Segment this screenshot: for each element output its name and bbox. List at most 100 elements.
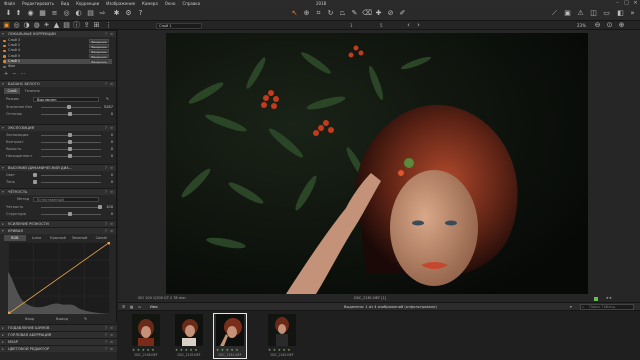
thumbnail-selected[interactable]: ★ ★ ★ ★ ★ DSC_2181.NEF (213, 313, 247, 359)
color-tab-icon[interactable]: ◍ (32, 21, 41, 30)
contrast-value[interactable]: 0 (111, 139, 113, 145)
chromatic-aberration-header[interactable]: ▸ ГОРЛОВАЯ АБЕРРАЦИЯ? ≡ (0, 331, 117, 338)
cursor-icon[interactable]: ⟋ (550, 9, 559, 18)
eyedropper-icon[interactable]: ✎ (106, 96, 109, 102)
picker-tool-icon[interactable]: ⊘ (386, 9, 395, 18)
zoom-fit-icon[interactable]: ⊖ (593, 21, 602, 30)
moire-header[interactable]: ▸ МУАР? ≡ (0, 338, 117, 345)
curve-graph[interactable] (8, 242, 110, 314)
zoom-level[interactable]: 23% (577, 21, 586, 30)
help-icon[interactable]: ? (136, 9, 145, 18)
brightness-value[interactable]: 0 (111, 146, 113, 152)
grid-icon[interactable]: ▦ (38, 9, 47, 18)
highlight-value[interactable]: 0 (111, 172, 113, 178)
minimize-icon[interactable]: – (613, 0, 622, 7)
color-editor-header[interactable]: ▸ ЦВЕТОВОЙ РЕДАКТОР? ≡ (0, 345, 117, 352)
batch-tab-icon[interactable]: ⊞ (92, 21, 101, 30)
clarity-knob[interactable] (98, 205, 102, 209)
structure-knob[interactable] (68, 212, 72, 216)
layers-icon[interactable]: ≡ (50, 9, 59, 18)
thumbnail[interactable]: ★ ★ ★ ★ ★ DSC_2139.NEF (173, 314, 205, 358)
tab-curve-green[interactable]: Зеленый (69, 235, 91, 241)
thumbnail-stars[interactable]: ★ ★ ★ ★ ★ (132, 348, 155, 352)
contrast-knob[interactable] (68, 140, 72, 144)
next-icon[interactable]: › (414, 21, 423, 30)
metadata-icon[interactable]: ▤ (86, 9, 95, 18)
menu-view[interactable]: Вид (61, 0, 69, 7)
menu-window[interactable]: Окно (165, 0, 176, 7)
highlight-knob[interactable] (33, 173, 37, 177)
grid-overlay-icon[interactable]: ◫ (589, 9, 598, 18)
shadow-value[interactable]: 0 (111, 179, 113, 185)
thumbnail[interactable]: ★ ★ ★ ★ ★ DSC_2138.NEF (130, 314, 162, 358)
menu-adjustments[interactable]: Коррекции (76, 0, 99, 7)
local-tab-icon[interactable]: ▤ (62, 21, 71, 30)
brush-tool-icon[interactable]: ✎ (350, 9, 359, 18)
tab-curve-blue[interactable]: Синий (90, 235, 112, 241)
menu-image[interactable]: Изображение (106, 0, 135, 7)
details-tab-icon[interactable]: ▲ (52, 21, 61, 30)
keystone-tool-icon[interactable]: ⏢ (338, 9, 347, 18)
annotation-tool-icon[interactable]: ✐ (398, 9, 407, 18)
tab-wb-spot[interactable]: Точечно (21, 88, 43, 94)
noise-reduction-header[interactable]: ▸ ПОДАВЛЕНИЕ ШУМОВ? ≡ (0, 324, 117, 331)
local-adjustments-header[interactable]: ▾ ЛОКАЛЬНЫЕ КОРРЕКЦИИ? ≡ (0, 30, 116, 37)
thumbnail-stars[interactable]: ★ ★ ★ ★ ★ (268, 348, 291, 352)
search-input[interactable]: ⌕ Поиск Таблиц (580, 304, 634, 310)
proof-icon[interactable]: ▣ (563, 9, 572, 18)
tab-curve-rgb[interactable]: RGB (4, 235, 26, 241)
gear-icon[interactable]: ⚙ (124, 9, 133, 18)
kelvin-knob[interactable] (67, 105, 71, 109)
zoom-in-icon[interactable]: ⊕ (617, 21, 626, 30)
structure-value[interactable]: 0 (111, 211, 113, 217)
zoom-tool-icon[interactable]: ⊕ (302, 9, 311, 18)
camera-icon[interactable]: ◉ (26, 9, 35, 18)
filmstrip-view-icon[interactable]: ▭ (138, 303, 141, 311)
more-icon[interactable]: » (628, 9, 637, 18)
clarity-method-select[interactable]: Естественный (33, 196, 99, 202)
tab-settings-icon[interactable]: ⋮ (104, 21, 113, 30)
curve-header[interactable]: ▾ КРИВАЯ? ≡ (0, 227, 116, 234)
rating-stars[interactable]: ★★ (606, 295, 612, 302)
wb-mode-select[interactable]: Выключен (33, 96, 99, 102)
output-icon[interactable]: ⇨ (98, 9, 107, 18)
compare-icon[interactable]: ◧ (616, 9, 625, 18)
hdr-header[interactable]: ▾ ВЫСОКИЙ ДИНАМИЧЕСКИЙ ДИА...? ≡ (0, 164, 116, 171)
output-tab-icon[interactable]: ⇪ (82, 21, 91, 30)
layer-select[interactable]: Слой 1 (156, 22, 202, 29)
menu-camera[interactable]: Камера (142, 0, 158, 7)
tab-curve-red[interactable]: Красный (47, 235, 69, 241)
maximize-icon[interactable]: □ (622, 0, 631, 7)
import-icon[interactable]: ⬇ (4, 9, 13, 18)
metadata-tab-icon[interactable]: ⓘ (72, 21, 81, 30)
photo-canvas[interactable] (166, 33, 588, 294)
kelvin-slider[interactable] (41, 106, 101, 108)
exposure-knob[interactable] (68, 133, 72, 137)
menu-edit[interactable]: Редактировать (22, 0, 54, 7)
grid-view-icon[interactable]: ▦ (130, 303, 133, 311)
thumbnail-stars[interactable]: ★ ★ ★ ★ ★ (175, 348, 198, 352)
sort-label[interactable]: Имя (150, 303, 158, 311)
filter-icon[interactable]: ▾ (570, 303, 572, 311)
white-balance-header[interactable]: ▾ БАЛАНС БЕЛОГО? ≡ (0, 80, 116, 87)
lens-tab-icon[interactable]: ◑ (22, 21, 31, 30)
layer-menu-icon[interactable]: ⋯ (20, 71, 29, 77)
details-icon[interactable]: ◎ (62, 9, 71, 18)
eraser-tool-icon[interactable]: ⌫ (362, 9, 372, 18)
clarity-slider[interactable] (41, 206, 101, 208)
rotate-tool-icon[interactable]: ↻ (326, 9, 335, 18)
kelvin-value[interactable]: 5287 (104, 104, 113, 110)
shadow-slider[interactable] (41, 181, 101, 183)
shadow-knob[interactable] (33, 180, 37, 184)
tint-knob[interactable] (68, 112, 72, 116)
crop-tool-icon[interactable]: ⌗ (314, 9, 323, 18)
exposure-warning-icon[interactable]: ⚠ (576, 9, 585, 18)
clarity-value[interactable]: 100 (106, 204, 113, 210)
saturation-knob[interactable] (68, 154, 72, 158)
prev-icon[interactable]: ‹ (404, 21, 413, 30)
exposure-header[interactable]: ▾ ЭКСПОЗИЦИЯ? ≡ (0, 124, 116, 131)
exposure-tab-icon[interactable]: ☀ (42, 21, 51, 30)
pointer-tool-icon[interactable]: ↖ (290, 9, 299, 18)
brightness-knob[interactable] (68, 147, 72, 151)
library-tab-icon[interactable]: ▣ (2, 21, 11, 30)
